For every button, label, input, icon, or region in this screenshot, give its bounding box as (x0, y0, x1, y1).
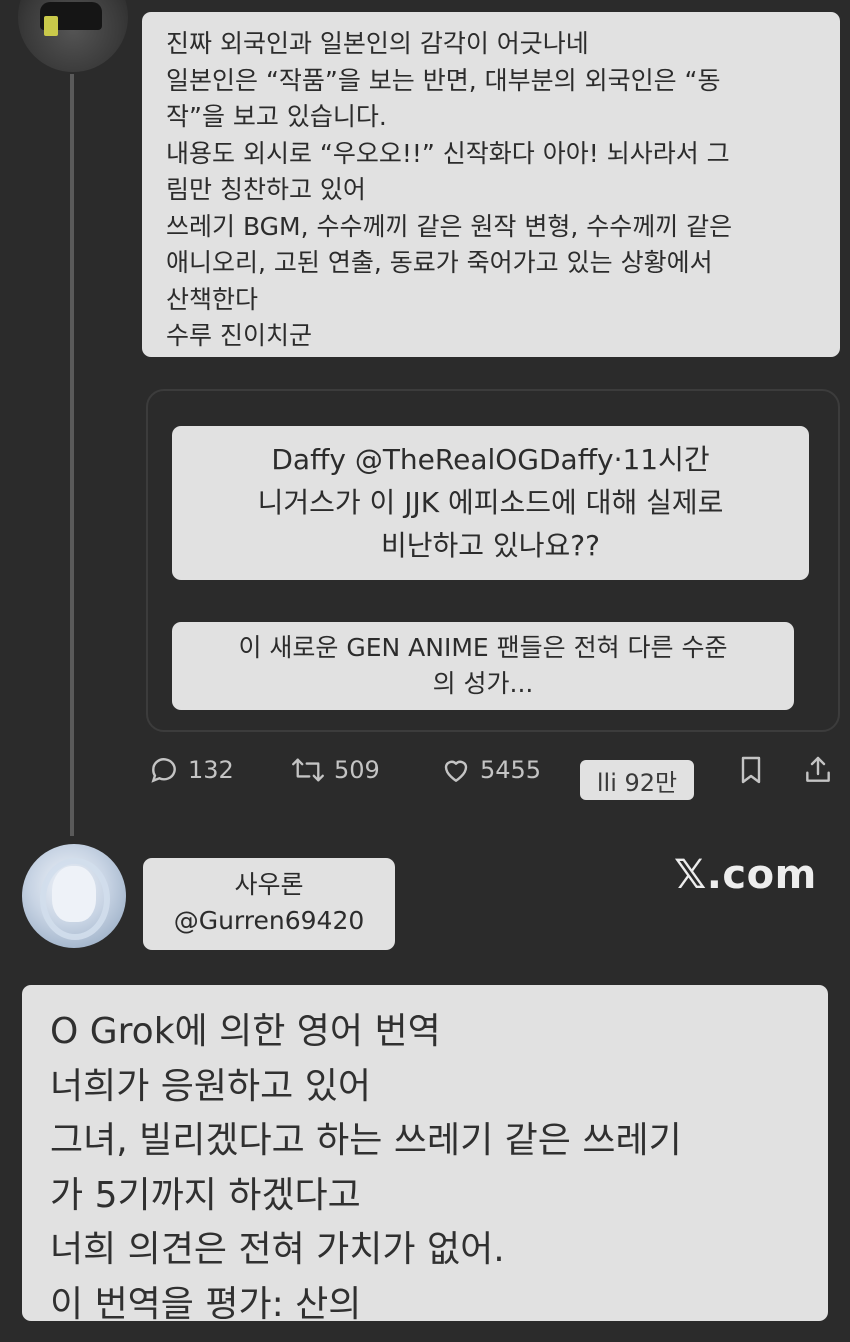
reply-button[interactable]: 132 (148, 752, 234, 788)
reply-author-handle: @Gurren69420 (173, 906, 365, 935)
reply-icon (148, 754, 180, 786)
tweet-line: 림만 칭찬하고 있어 (166, 175, 366, 204)
quoted-tweet-body: 이 새로운 GEN ANIME 팬들은 전혀 다른 수준 의 성가... (172, 622, 794, 710)
reply-author-avatar[interactable] (22, 844, 126, 948)
tweet-line: 진짜 외국인과 일본인의 감각이 어긋나네 (166, 29, 589, 58)
tweet-line: 작”을 보고 있습니다. (166, 102, 387, 131)
tweet-line: 산책한다 (166, 284, 259, 314)
repost-icon (290, 754, 326, 786)
tweet-action-bar: 132 509 5455 (148, 752, 848, 792)
tweet-text-translation: 진짜 외국인과 일본인의 감각이 어긋나네 일본인은 “작품”을 보는 반면, … (142, 12, 840, 357)
original-poster-avatar[interactable] (18, 0, 128, 72)
repost-count: 509 (334, 756, 380, 784)
like-button[interactable]: 5455 (440, 752, 541, 788)
translation-line: 가 5기까지 하겠다고 (50, 1174, 361, 1216)
avatar-face (52, 866, 96, 922)
quoted-body-line: 이 새로운 GEN ANIME 팬들은 전혀 다른 수준 (238, 633, 728, 662)
tweet-line: 애니오리, 고된 연출, 동료가 죽어가고 있는 상황에서 (166, 248, 713, 277)
translation-text: O Grok에 의한 영어 번역 너희가 응원하고 있어 그녀, 빌리겠다고 하… (22, 985, 828, 1325)
translation-line: 이 번역을 평가: 산의 (50, 1283, 362, 1325)
reply-count: 132 (188, 756, 234, 784)
tweet-line: 일본인은 “작품”을 보는 반면, 대부분의 외국인은 “동 (166, 65, 721, 95)
x-com-watermark: 𝕏.com (674, 852, 817, 898)
bookmark-icon (736, 754, 766, 786)
translation-line: 그녀, 빌리겠다고 하는 쓰레기 같은 쓰레기 (50, 1120, 682, 1161)
translation-line: O Grok에 의한 영어 번역 (50, 1011, 441, 1052)
screen: 진짜 외국인과 일본인의 감각이 어긋나네 일본인은 “작품”을 보는 반면, … (0, 0, 850, 1342)
translation-line: 너희가 응원하고 있어 (50, 1065, 371, 1107)
repost-button[interactable]: 509 (290, 752, 380, 788)
bookmark-button[interactable] (736, 752, 766, 788)
thread-connector-line (70, 74, 74, 836)
quoted-tweet-header: Daffy @TheRealOGDaffy·11시간 니거스가 이 JJK 에피… (172, 426, 809, 580)
tweet-line: 내용도 외시로 “우오오!!” 신작화다 아아! 뇌사라서 그 (166, 138, 730, 168)
share-button[interactable] (802, 752, 834, 788)
tweet-line: 쓰레기 BGM, 수수께끼 같은 원작 변형, 수수께끼 같은 (166, 211, 733, 241)
quoted-text-line: 비난하고 있나요?? (381, 529, 600, 562)
quoted-body-line: 의 성가... (432, 669, 534, 698)
quoted-author-line: Daffy @TheRealOGDaffy·11시간 (271, 443, 710, 476)
tweet-line: 수루 진이치군 (166, 321, 312, 350)
translation-line: 너희 의견은 전혀 가치가 없어. (50, 1229, 505, 1270)
heart-icon (440, 754, 472, 786)
reply-author-name: 사우론 (234, 870, 304, 899)
like-count: 5455 (480, 756, 542, 784)
reply-author-info[interactable]: 사우론 @Gurren69420 (143, 858, 395, 950)
views-count[interactable]: lli 92만 (580, 760, 694, 800)
share-icon (802, 754, 834, 786)
avatar-detail (44, 16, 58, 36)
quoted-text-line: 니거스가 이 JJK 에피소드에 대해 실제로 (257, 486, 724, 519)
